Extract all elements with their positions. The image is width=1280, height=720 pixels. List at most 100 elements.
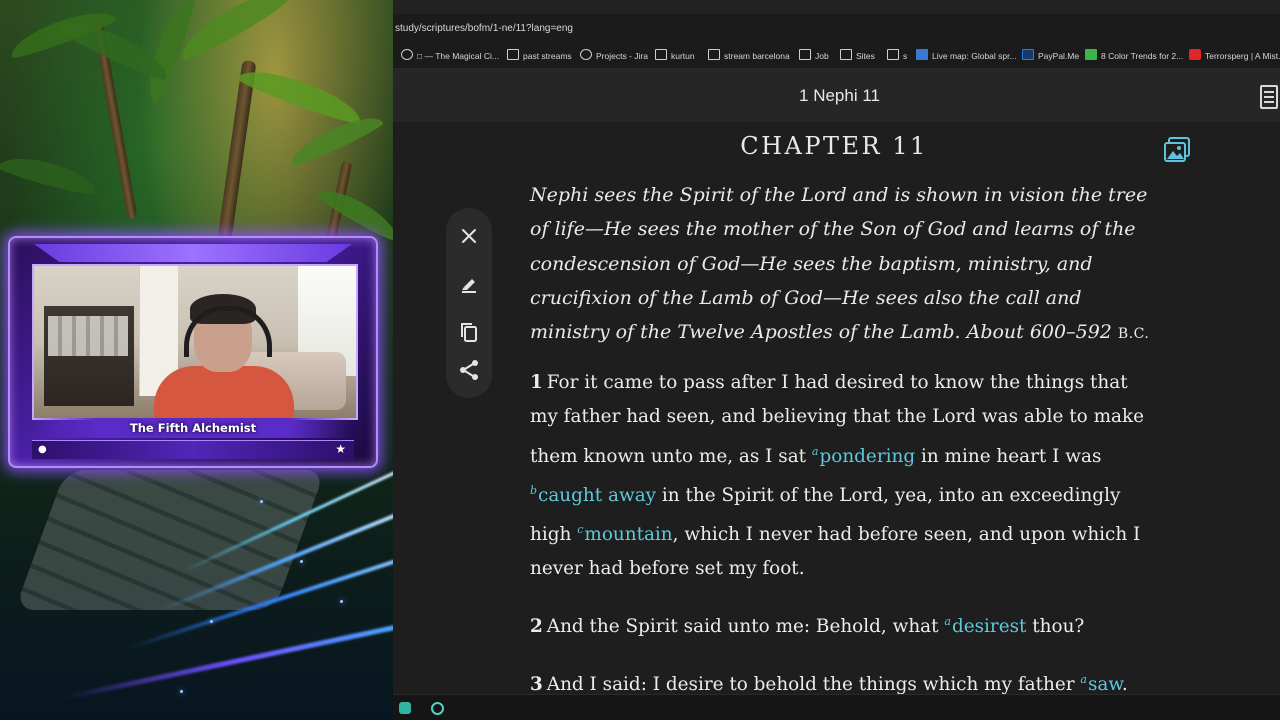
browser-window: study/scriptures/bofm/1-ne/11?lang=eng □…	[393, 0, 1280, 720]
footnote-link[interactable]: apondering	[811, 444, 916, 467]
bookmark-s[interactable]: s	[887, 49, 907, 63]
star-icon: ★	[335, 442, 346, 456]
user-icon: ●	[38, 444, 47, 455]
streamer-body	[154, 366, 294, 418]
selection-toolbar	[446, 208, 492, 398]
footnote-link[interactable]: bcaught away	[530, 483, 657, 506]
folder-icon	[840, 49, 852, 60]
bookmark-color-trends[interactable]: 8 Color Trends for 2...	[1085, 49, 1183, 63]
palm-leaf	[235, 60, 367, 128]
bookmark-live-map[interactable]: Live map: Global spr...	[916, 49, 1017, 63]
bookmark-job[interactable]: Job	[799, 49, 829, 63]
loading-icon	[431, 702, 444, 715]
footnote-marker: a	[1080, 672, 1087, 686]
highlight-icon	[462, 279, 476, 293]
copy-button[interactable]	[457, 320, 481, 344]
verse-number[interactable]: 2	[530, 616, 543, 637]
tab-icon	[401, 49, 413, 60]
sparkle	[300, 560, 303, 563]
verse-number[interactable]: 3	[530, 674, 543, 695]
chapter-title: CHAPTER 11	[740, 132, 928, 160]
verse-text: in mine heart I was	[915, 445, 1102, 467]
folder-icon	[887, 49, 899, 60]
footnote-link[interactable]: asaw	[1080, 672, 1122, 695]
book-title[interactable]: 1 Nephi 11	[393, 86, 1280, 106]
bookmark-label: s	[903, 51, 908, 61]
taskbar-strip	[393, 694, 1280, 720]
verse-list: 1 For it came to pass after I had desired…	[530, 366, 1150, 720]
webcam-video	[32, 264, 358, 420]
folder-icon	[708, 49, 720, 60]
footnote-word: saw	[1087, 673, 1122, 695]
footnote-marker: c	[577, 523, 584, 537]
footnote-marker: a	[944, 615, 951, 629]
bookmark-sites[interactable]: Sites	[840, 49, 875, 63]
folder-icon	[507, 49, 519, 60]
verse-number[interactable]: 1	[530, 372, 543, 393]
chapter-summary-era: B.C.	[1117, 326, 1150, 343]
copy-icon	[461, 323, 477, 342]
bookmark-label: kurtun	[671, 51, 695, 61]
footnote-marker: a	[811, 444, 819, 458]
verse: 1 For it came to pass after I had desired…	[530, 366, 1150, 587]
bookmarks-bar: □ — The Magical Ci... past streams Proje…	[393, 44, 1280, 69]
image-icon-graphic	[1164, 137, 1190, 162]
close-button[interactable]	[457, 224, 481, 248]
bookmark-paypal[interactable]: PayPal.Me	[1022, 49, 1079, 63]
footnote-word: mountain	[584, 524, 673, 546]
bookmark-label: □ — The Magical Ci...	[417, 51, 499, 61]
folder-icon	[655, 49, 667, 60]
footnote-word: caught away	[538, 484, 657, 506]
map-icon	[916, 49, 928, 60]
stream-overlay-background: The Fifth Alchemist ● ★	[0, 0, 393, 720]
footnote-link[interactable]: adesirest	[944, 615, 1027, 638]
webcam-bottom-bar: ● ★	[32, 440, 354, 459]
chapter-summary-text: Nephi sees the Spirit of the Lord and is…	[530, 184, 1148, 344]
footnote-marker: b	[530, 483, 538, 497]
bookmark-kurtun[interactable]: kurtun	[655, 49, 695, 63]
verse-text: And I said: I desire to behold the thing…	[546, 673, 1081, 695]
verse-text: And the Spirit said unto me: Behold, wha…	[546, 616, 945, 638]
bookmark-label: PayPal.Me	[1038, 51, 1080, 61]
webcam-caption: The Fifth Alchemist ● ★	[32, 418, 354, 459]
reading-list-icon[interactable]	[1260, 85, 1278, 109]
bookmark-projects-jira[interactable]: Projects - Jira	[580, 49, 648, 63]
app-icon[interactable]	[399, 702, 411, 714]
sparkle	[340, 600, 343, 603]
bookmark-label: Sites	[856, 51, 875, 61]
sparkle	[210, 620, 213, 623]
shelf-items	[48, 316, 128, 356]
address-bar[interactable]: study/scriptures/bofm/1-ne/11?lang=eng	[393, 14, 1280, 44]
bookmark-label: past streams	[523, 51, 572, 61]
url-text[interactable]: study/scriptures/bofm/1-ne/11?lang=eng	[395, 23, 573, 34]
chapter-content: CHAPTER 11 Nephi sees the Spirit of the …	[393, 122, 1280, 695]
bookmark-magical-circle[interactable]: □ — The Magical Ci...	[401, 49, 499, 63]
footnote-link[interactable]: cmountain	[577, 523, 673, 546]
sparkle	[180, 690, 183, 693]
youtube-icon	[1189, 49, 1201, 60]
palm-leaf	[0, 150, 100, 198]
bookmark-stream-barcelona[interactable]: stream barcelona	[708, 49, 790, 63]
light-streak	[63, 624, 393, 701]
trend-icon	[1085, 49, 1097, 60]
share-button[interactable]	[457, 358, 481, 382]
image-icon[interactable]	[1163, 136, 1190, 162]
folder-icon	[799, 49, 811, 60]
footnote-word: pondering	[819, 445, 916, 467]
streamer-name: The Fifth Alchemist	[32, 418, 354, 438]
reader-header: 1 Nephi 11	[393, 69, 1280, 123]
share-icon	[460, 360, 478, 380]
globe-icon	[580, 49, 592, 60]
bookmark-label: Projects - Jira	[596, 51, 648, 61]
webcam-frame-top	[34, 244, 352, 262]
highlight-button[interactable]	[457, 272, 481, 296]
verse-text: .	[1121, 673, 1128, 695]
verse: 2 And the Spirit said unto me: Behold, wh…	[530, 605, 1150, 644]
footnote-word: desirest	[951, 616, 1027, 638]
sparkle	[260, 500, 263, 503]
bookmark-label: Job	[815, 51, 829, 61]
bookmark-past-streams[interactable]: past streams	[507, 49, 572, 63]
bookmark-terrorsperg[interactable]: Terrorsperg | A Mist...	[1189, 49, 1280, 63]
bookmark-label: Live map: Global spr...	[932, 51, 1017, 61]
chapter-summary: Nephi sees the Spirit of the Lord and is…	[530, 178, 1150, 351]
